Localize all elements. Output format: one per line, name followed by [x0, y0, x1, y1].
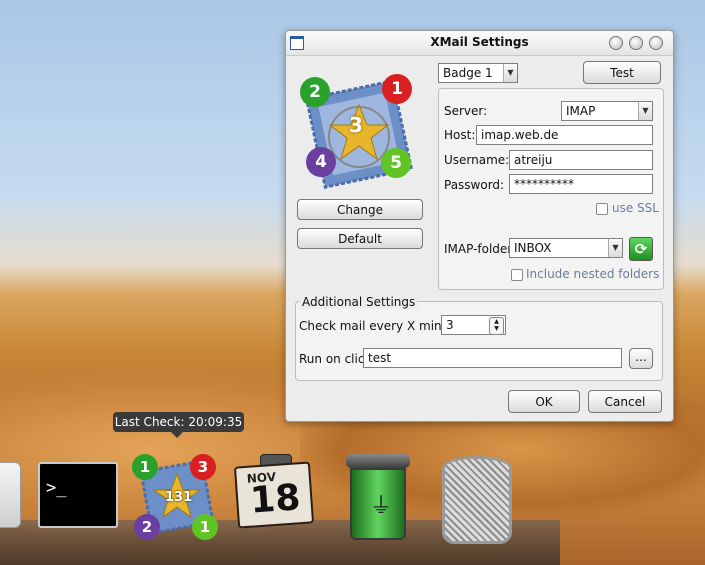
check-interval-value: 3	[446, 318, 454, 332]
password-label: Password:	[444, 178, 505, 192]
minimize-button[interactable]	[609, 36, 623, 50]
close-button[interactable]	[649, 36, 663, 50]
trash-can-icon	[442, 456, 512, 544]
badge-select[interactable]: Badge 1 ▼	[438, 63, 518, 83]
dock-item-trash[interactable]	[440, 456, 516, 546]
refresh-folders-button[interactable]: ⟳	[629, 237, 653, 261]
title-bar[interactable]: XMail Settings	[286, 31, 673, 56]
imap-folder-select[interactable]: INBOX ▼	[509, 238, 623, 258]
chevron-down-icon: ▼	[608, 239, 622, 257]
preview-badge-1: 1	[382, 74, 412, 104]
maximize-button[interactable]	[629, 36, 643, 50]
dock-item-partial[interactable]	[0, 462, 21, 528]
dock-item-xmail[interactable]: 131 1 3 2 1	[128, 452, 228, 544]
include-nested-label: Include nested folders	[526, 267, 660, 281]
cancel-button[interactable]: Cancel	[588, 390, 662, 413]
calendar-icon: NOV 18	[233, 461, 315, 529]
server-label: Server:	[444, 104, 488, 118]
last-check-tooltip: Last Check: 20:09:35	[113, 412, 244, 438]
host-field[interactable]: imap.web.de	[476, 125, 653, 145]
xmail-settings-window: XMail Settings 2 1 3 4 5 Change Default …	[285, 30, 674, 422]
check-interval-stepper[interactable]: 3 ▲ ▼	[441, 315, 506, 335]
run-on-click-field[interactable]: test	[363, 348, 622, 368]
default-button[interactable]: Default	[297, 228, 423, 249]
plug-icon: ⏚	[370, 494, 393, 519]
dock-item-terminal[interactable]: >_	[38, 462, 118, 528]
test-settings-button[interactable]: Test Settings	[583, 61, 661, 103]
preview-badge-5: 5	[381, 148, 411, 178]
browse-button[interactable]: ...	[629, 348, 653, 369]
terminal-icon: >_	[46, 478, 67, 498]
bin-lid-icon	[346, 454, 410, 468]
dock-item-calendar[interactable]: NOV 18	[233, 454, 316, 529]
host-label: Host:	[444, 128, 476, 142]
server-select[interactable]: IMAP ▼	[561, 101, 653, 121]
use-ssl-checkbox[interactable]	[596, 203, 608, 215]
additional-settings-title: Additional Settings	[300, 295, 418, 309]
password-field[interactable]: **********	[509, 174, 653, 194]
chevron-down-icon: ▼	[638, 102, 652, 120]
dock-badge-1: 1	[132, 454, 158, 480]
server-select-value: IMAP	[566, 104, 596, 118]
imap-folder-label: IMAP-folder:	[444, 242, 517, 256]
username-field[interactable]: atreiju	[509, 150, 653, 170]
calendar-day: 18	[248, 477, 302, 522]
change-button[interactable]: Change	[297, 199, 423, 220]
dock-badge-1b: 1	[192, 514, 218, 540]
additional-settings-group	[295, 301, 663, 381]
include-nested-checkbox[interactable]	[511, 269, 523, 281]
green-bin-icon: ⏚	[350, 468, 406, 540]
dock-item-trash-green[interactable]: ⏚	[344, 452, 412, 544]
mail-center-count: 131	[165, 490, 193, 505]
stepper-arrows-icon[interactable]: ▲ ▼	[489, 317, 504, 335]
preview-badge-2: 2	[300, 77, 330, 107]
preview-badge-4: 4	[306, 147, 336, 177]
badge-preview-image: 2 1 3 4 5	[297, 67, 423, 189]
chevron-down-icon: ▼	[503, 64, 517, 82]
ok-button[interactable]: OK	[508, 390, 580, 413]
badge-select-value: Badge 1	[443, 66, 493, 80]
refresh-icon: ⟳	[634, 240, 648, 258]
dock-badge-2: 2	[134, 514, 160, 540]
imap-folder-value: INBOX	[514, 241, 552, 255]
dock-badge-3: 3	[190, 454, 216, 480]
preview-badge-3: 3	[341, 110, 371, 140]
username-label: Username:	[444, 153, 510, 167]
use-ssl-label: use SSL	[612, 201, 659, 215]
